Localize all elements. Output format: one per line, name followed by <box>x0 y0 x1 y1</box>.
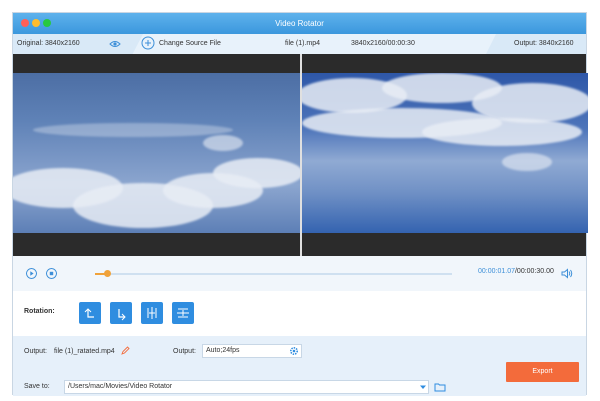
rotate-left-icon <box>84 308 94 318</box>
original-resolution: Original: 3840x2160 <box>17 40 80 47</box>
add-circle-icon[interactable] <box>141 36 155 50</box>
save-to-label: Save to: <box>24 383 50 390</box>
rotation-label: Rotation: <box>24 308 55 315</box>
flip-horizontal-button[interactable] <box>141 302 163 324</box>
progress-track[interactable] <box>95 273 452 275</box>
playback-controls: 00:00:01.07/00:00:30.00 <box>13 256 586 291</box>
flip-horizontal-icon <box>147 307 157 319</box>
output-settings: Output: file (1)_ratated.mp4 Output: Aut… <box>13 336 586 396</box>
play-icon[interactable] <box>26 268 37 279</box>
volume-icon[interactable] <box>561 268 573 279</box>
window-title: Video Rotator <box>275 19 324 28</box>
original-preview <box>13 73 300 233</box>
source-filename: file (1).mp4 <box>285 40 321 47</box>
title-bar: Video Rotator <box>13 13 586 34</box>
output-label: Output: <box>24 348 47 355</box>
rotate-right-icon <box>118 309 126 321</box>
format-label: Output: <box>173 348 196 355</box>
time-display: 00:00:01.07/00:00:30.00 <box>478 268 554 275</box>
output-filename: file (1)_ratated.mp4 <box>54 348 115 355</box>
change-source-button[interactable]: Change Source File <box>159 34 221 54</box>
rotate-right-button[interactable] <box>110 302 132 324</box>
export-button[interactable]: Export <box>506 362 579 382</box>
pencil-icon[interactable] <box>121 346 130 355</box>
info-bar: Original: 3840x2160 Change Source File f… <box>13 34 586 54</box>
flip-vertical-button[interactable] <box>172 302 194 324</box>
eye-icon[interactable] <box>109 40 121 48</box>
gear-icon[interactable] <box>289 346 299 356</box>
preview-area <box>13 54 588 256</box>
rotation-panel: Rotation: <box>13 291 586 336</box>
rotate-left-button[interactable] <box>79 302 101 324</box>
total-time: /00:00:30.00 <box>514 268 554 275</box>
folder-icon[interactable] <box>434 382 446 392</box>
flip-vertical-icon <box>177 308 189 318</box>
chevron-down-icon[interactable] <box>417 380 429 394</box>
stop-icon[interactable] <box>46 268 57 279</box>
current-time: 00:00:01.07 <box>478 268 515 275</box>
progress-knob[interactable] <box>104 270 112 277</box>
output-resolution: Output: 3840x2160 <box>514 40 574 47</box>
output-preview <box>302 73 588 233</box>
save-path-field[interactable]: /Users/mac/Movies/Video Rotator <box>64 380 429 394</box>
source-meta: 3840x2160/00:00:30 <box>351 40 415 47</box>
app-window: Video Rotator Original: 3840x2160 Change… <box>12 12 588 396</box>
format-field[interactable]: Auto;24fps <box>202 344 302 358</box>
